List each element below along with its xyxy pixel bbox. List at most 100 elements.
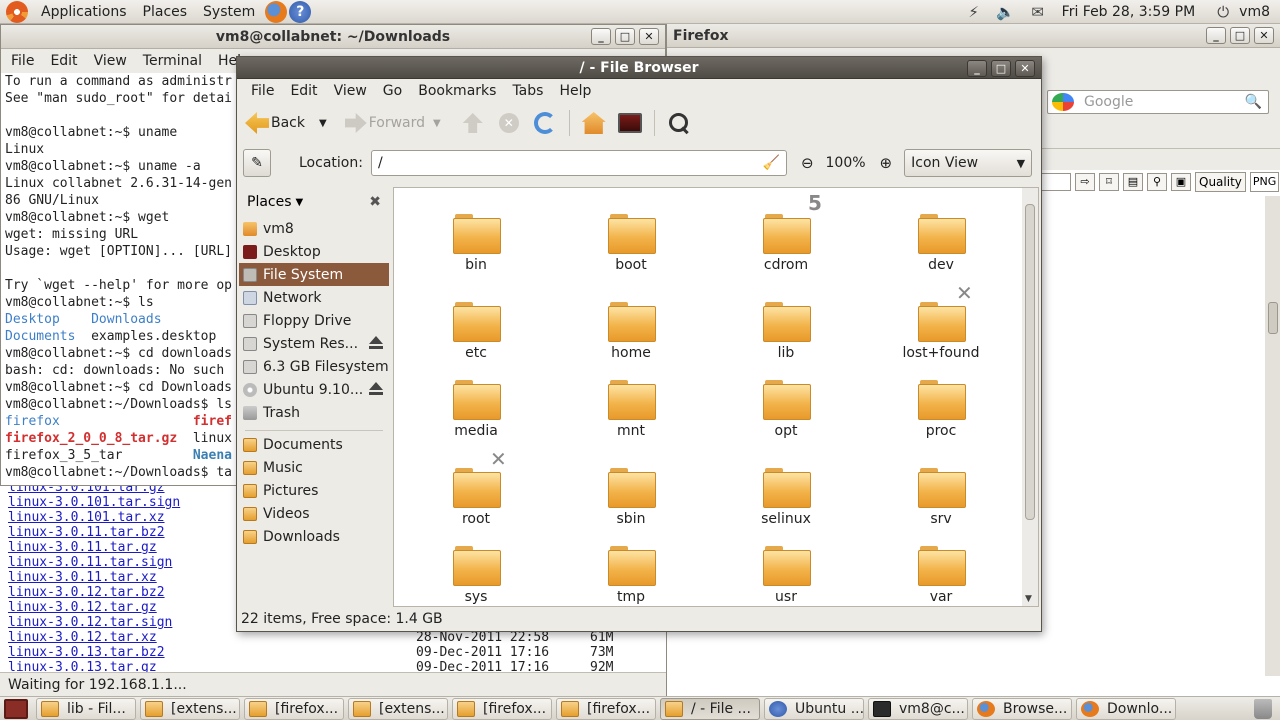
clock[interactable]: Fri Feb 28, 3:59 PM bbox=[1062, 4, 1196, 20]
sidebar-item-trash[interactable]: Trash bbox=[239, 401, 389, 424]
taskbar-button[interactable]: Downlo... bbox=[1076, 697, 1176, 720]
scroll-thumb[interactable] bbox=[1025, 204, 1035, 520]
reload-button[interactable] bbox=[533, 111, 557, 135]
folder-item[interactable]: selinux bbox=[726, 468, 846, 527]
user-menu[interactable]: vm8 bbox=[1239, 4, 1270, 20]
firefox-scrollbar[interactable] bbox=[1265, 196, 1280, 676]
folder-item[interactable]: sys bbox=[416, 546, 536, 605]
menu-file[interactable]: File bbox=[249, 83, 276, 99]
menu-help[interactable]: Help bbox=[557, 83, 593, 99]
show-desktop-icon[interactable] bbox=[4, 698, 28, 719]
folder-item[interactable]: root bbox=[416, 468, 536, 527]
listing-link[interactable]: linux-3.0.11.tar.bz2 bbox=[8, 525, 165, 540]
listing-link[interactable]: linux-3.0.11.tar.sign bbox=[8, 555, 172, 570]
folder-item[interactable]: var bbox=[881, 546, 1001, 605]
search-icon[interactable]: 🔍 bbox=[1245, 94, 1262, 110]
back-button[interactable]: Back ▼ bbox=[245, 112, 327, 134]
terminal-menu-terminal[interactable]: Terminal bbox=[137, 53, 208, 69]
sidebar-item-6-3-gb-filesystem[interactable]: 6.3 GB Filesystem bbox=[239, 355, 389, 378]
sidebar-item-music[interactable]: Music bbox=[239, 456, 389, 479]
folder-item[interactable]: proc bbox=[881, 380, 1001, 439]
home-button[interactable] bbox=[581, 111, 606, 135]
toggle-location-button[interactable]: ✎ bbox=[243, 149, 271, 177]
taskbar-button[interactable]: [extens... bbox=[140, 697, 240, 720]
folder-item[interactable]: dev bbox=[881, 214, 1001, 273]
sidebar-item-vm8[interactable]: vm8 bbox=[239, 217, 389, 240]
folder-item[interactable]: srv bbox=[881, 468, 1001, 527]
taskbar-button[interactable]: [firefox... bbox=[244, 697, 344, 720]
menu-go[interactable]: Go bbox=[381, 83, 404, 99]
folder-item[interactable]: lib bbox=[726, 302, 846, 361]
folder-item[interactable]: bin bbox=[416, 214, 536, 273]
taskbar-button[interactable]: Browse... bbox=[972, 697, 1072, 720]
taskbar-button[interactable]: Ubuntu ... bbox=[764, 697, 864, 720]
folder-item[interactable]: tmp bbox=[571, 546, 691, 605]
menu-edit[interactable]: Edit bbox=[288, 83, 319, 99]
close-button[interactable]: ✕ bbox=[1254, 27, 1274, 44]
power-icon[interactable]: ⏻ bbox=[1211, 2, 1235, 22]
menu-tabs[interactable]: Tabs bbox=[510, 83, 545, 99]
folder-item[interactable]: lost+found bbox=[881, 302, 1001, 361]
folder-item[interactable]: usr bbox=[726, 546, 846, 605]
terminal-menu-edit[interactable]: Edit bbox=[44, 53, 83, 69]
close-button[interactable]: ✕ bbox=[1015, 60, 1035, 77]
sidebar-item-file-system[interactable]: File System bbox=[239, 263, 389, 286]
sidebar-item-network[interactable]: Network bbox=[239, 286, 389, 309]
forward-button[interactable]: Forward ▼ bbox=[344, 113, 441, 133]
eject-icon[interactable] bbox=[369, 382, 383, 396]
icon-view[interactable]: ▼ bin boot cdrom dev etc home lib lost+found med… bbox=[393, 187, 1039, 607]
search-button[interactable] bbox=[667, 111, 691, 135]
taskbar-button[interactable]: lib - Fil... bbox=[36, 697, 136, 720]
help-launcher-icon[interactable]: ? bbox=[289, 0, 312, 23]
sidebar-item-pictures[interactable]: Pictures bbox=[239, 479, 389, 502]
menu-applications[interactable]: Applications bbox=[33, 0, 135, 24]
find-icon[interactable]: ⚲ bbox=[1147, 173, 1167, 191]
folder-item[interactable]: sbin bbox=[571, 468, 691, 527]
terminal-menu-view[interactable]: View bbox=[88, 53, 133, 69]
file-browser-titlebar[interactable]: / - File Browser _ □ ✕ bbox=[237, 57, 1041, 79]
up-button[interactable] bbox=[461, 111, 485, 135]
listing-link[interactable]: linux-3.0.11.tar.gz bbox=[8, 540, 157, 555]
listing-link[interactable]: linux-3.0.12.tar.sign bbox=[8, 615, 172, 630]
close-button[interactable]: ✕ bbox=[639, 28, 659, 45]
zoom-in-icon[interactable]: ⊕ bbox=[880, 154, 893, 172]
minimize-button[interactable]: _ bbox=[1206, 27, 1226, 44]
taskbar-button[interactable]: / - File ... bbox=[660, 697, 760, 720]
firefox-titlebar[interactable]: Firefox _ □ ✕ bbox=[667, 24, 1280, 48]
volume-icon[interactable]: 🔈 bbox=[994, 2, 1018, 22]
taskbar-button[interactable]: [firefox... bbox=[452, 697, 552, 720]
back-history-chevron-icon[interactable]: ▼ bbox=[319, 118, 327, 129]
forward-history-chevron-icon[interactable]: ▼ bbox=[433, 118, 441, 129]
save-icon[interactable]: ▤ bbox=[1123, 173, 1143, 191]
addon-field[interactable] bbox=[1041, 173, 1071, 191]
zoom-out-icon[interactable]: ⊖ bbox=[801, 154, 814, 172]
stop-button[interactable]: ✕ bbox=[497, 111, 521, 135]
sidebar-item-floppy-drive[interactable]: Floppy Drive bbox=[239, 309, 389, 332]
listing-link[interactable]: linux-3.0.11.tar.xz bbox=[8, 570, 157, 585]
scroll-thumb[interactable] bbox=[1268, 302, 1278, 334]
sidebar-item-downloads[interactable]: Downloads bbox=[239, 525, 389, 548]
maximize-button[interactable]: □ bbox=[1230, 27, 1250, 44]
listing-link[interactable]: linux-3.0.13.tar.bz2 bbox=[8, 645, 165, 660]
capture-icon[interactable]: ▣ bbox=[1171, 173, 1191, 191]
menu-bookmarks[interactable]: Bookmarks bbox=[416, 83, 498, 99]
quality-label[interactable]: Quality bbox=[1195, 172, 1246, 192]
view-mode-select[interactable]: Icon View ▼ bbox=[904, 149, 1033, 177]
bookmark-icon[interactable]: ⌑ bbox=[1099, 173, 1119, 191]
listing-link[interactable]: linux-3.0.12.tar.gz bbox=[8, 600, 157, 615]
format-select[interactable]: PNG bbox=[1249, 172, 1280, 192]
taskbar-button[interactable]: vm8@c... bbox=[868, 697, 968, 720]
listing-link[interactable]: linux-3.0.12.tar.bz2 bbox=[8, 585, 165, 600]
folder-item[interactable]: opt bbox=[726, 380, 846, 439]
minimize-button[interactable]: _ bbox=[591, 28, 611, 45]
taskbar-button[interactable]: [extens... bbox=[348, 697, 448, 720]
mail-icon[interactable]: ✉ bbox=[1026, 2, 1050, 22]
folder-item[interactable]: home bbox=[571, 302, 691, 361]
sidebar-item-documents[interactable]: Documents bbox=[239, 433, 389, 456]
location-input[interactable]: / 🧹 bbox=[370, 150, 787, 176]
scroll-down-icon[interactable]: ▼ bbox=[1025, 594, 1032, 604]
folder-item[interactable]: media bbox=[416, 380, 536, 439]
menu-view[interactable]: View bbox=[332, 83, 369, 99]
folder-item[interactable]: cdrom bbox=[726, 214, 846, 273]
google-engine-icon[interactable] bbox=[1052, 93, 1074, 111]
